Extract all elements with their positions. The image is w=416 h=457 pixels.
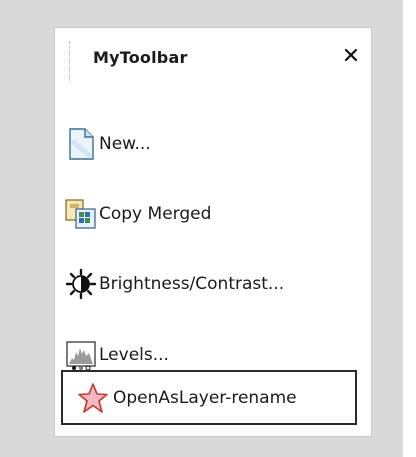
toolbar-title: MyToolbar <box>93 48 188 67</box>
star-icon <box>75 380 111 416</box>
toolbar-item-new[interactable]: New... <box>63 124 363 164</box>
toolbar-item-label: Copy Merged <box>99 204 212 224</box>
toolbar-item-copy-merged[interactable]: Copy Merged <box>63 194 363 234</box>
toolbar-item-levels[interactable]: Levels... <box>63 335 363 375</box>
levels-icon <box>63 337 99 373</box>
close-button[interactable] <box>338 42 364 68</box>
copy-merged-icon <box>63 196 99 232</box>
toolbar-titlebar[interactable]: MyToolbar <box>55 28 371 88</box>
toolbar-item-open-as-layer[interactable]: OpenAsLayer-rename <box>61 370 357 425</box>
toolbar-item-label: OpenAsLayer-rename <box>113 387 297 408</box>
close-icon <box>344 48 358 62</box>
brightness-contrast-icon <box>63 266 99 302</box>
toolbar-item-brightness-contrast[interactable]: Brightness/Contrast... <box>63 264 363 304</box>
toolbar-item-label: Brightness/Contrast... <box>99 274 285 294</box>
toolbar-item-label: Levels... <box>99 345 169 365</box>
toolbar-panel: MyToolbar New... Copy Merged Brightness/… <box>54 27 372 437</box>
drag-grip[interactable] <box>69 42 73 82</box>
new-document-icon <box>63 126 99 162</box>
toolbar-item-label: New... <box>99 134 151 154</box>
